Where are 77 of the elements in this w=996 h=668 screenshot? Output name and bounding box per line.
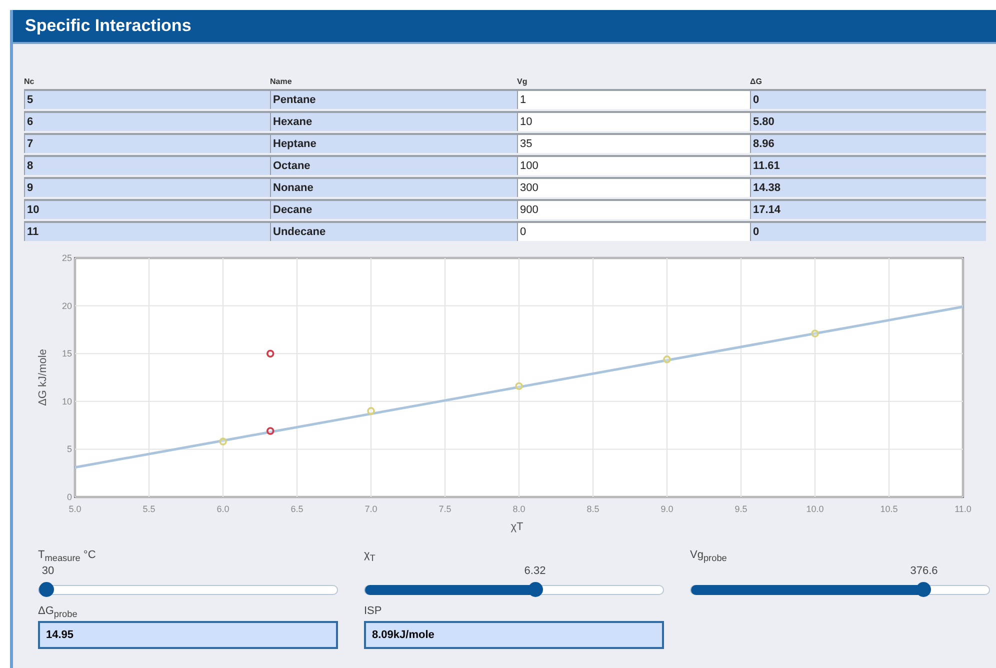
table-cell: 5 [24,89,270,109]
column-header: Vg [517,76,528,88]
tick-label: 8.5 [586,504,600,514]
tick-label: 8.0 [512,504,526,514]
data-point [663,355,671,364]
data-point [219,438,227,446]
table-cell: 6 [24,111,270,131]
column-header: Nc [24,76,36,88]
slider-value: 30 [42,565,54,577]
panel-title: Specific Interactions [25,16,192,36]
slider-track[interactable] [38,585,338,595]
slider-thumb[interactable] [528,582,543,597]
tick-label: 7.0 [364,504,378,514]
input-field[interactable]: 1 [517,89,750,109]
table-cell: Hexane [270,111,517,131]
data-point [266,350,274,358]
table-cell: Octane [270,155,517,175]
input-field[interactable]: 10 [517,111,750,131]
tick-label: 11.0 [954,504,972,514]
column-header: ΔG [750,76,763,88]
axis-title: ΔG kJ/mole [37,349,49,406]
data-point [515,382,523,390]
tick-label: 6.5 [290,504,304,514]
input-field[interactable]: 300 [517,177,750,197]
table-cell: 10 [24,199,270,219]
slider-value: 6.32 [524,565,546,577]
slider-thumb[interactable] [916,582,932,597]
table-cell: 17.14 [750,199,986,219]
tick-label: 10.0 [806,504,824,514]
axis-title: χT [510,521,524,533]
slider-label: T$_{measure}$ °C [38,549,97,563]
tick-label: 6.0 [216,504,230,514]
table-cell: 9 [24,177,270,197]
data-point [367,407,375,415]
output-label: ΔG$_{probe}$ [38,605,78,619]
slider-label: Vg$_{probe}$ [690,549,728,563]
output-field: 8.09kJ/mole [364,621,664,649]
slider-value: 376.6 [910,565,938,577]
table-cell: Decane [270,199,517,219]
input-field[interactable]: 35 [517,133,750,153]
tick-label: 7.5 [438,504,452,514]
table-cell: 0 [750,221,986,241]
slider-track[interactable] [690,585,990,595]
table-cell: Heptane [270,133,517,153]
tick-label: 5 [66,444,72,454]
table-cell: 8 [24,155,270,175]
column-header: Name [270,76,293,88]
tick-label: 9.5 [734,504,748,514]
output-field: 14.95 [38,621,338,649]
slider-thumb[interactable] [39,582,54,597]
tick-label: 0 [66,492,72,502]
tick-label: 5.5 [142,504,156,514]
table-cell: 7 [24,133,270,153]
table-cell: 11 [24,221,270,241]
table-cell: 8.96 [750,133,986,153]
table-cell: Nonane [270,177,517,197]
output-label: ISP [364,605,383,619]
table-cell: 11.61 [750,155,986,175]
table-cell: Pentane [270,89,517,109]
slider-track[interactable] [364,585,664,595]
table-cell: 14.38 [750,177,986,197]
data-point [811,330,819,338]
tick-label: 5.0 [68,504,82,514]
table-cell: 5.80 [750,111,986,131]
table-cell: 0 [750,89,986,109]
data-point [266,427,274,435]
input-field[interactable]: 900 [517,199,750,219]
input-field[interactable]: 0 [517,221,750,241]
tick-label: 10.5 [880,504,898,514]
tick-label: 20 [62,300,72,311]
table-cell: Undecane [270,221,517,241]
tick-label: 10 [62,396,72,406]
slider-label: χ$_{T}$ [364,549,376,563]
input-field[interactable]: 100 [517,155,750,175]
tick-label: 15 [62,348,72,359]
tick-label: 25 [62,253,72,263]
tick-label: 9.0 [660,504,674,514]
